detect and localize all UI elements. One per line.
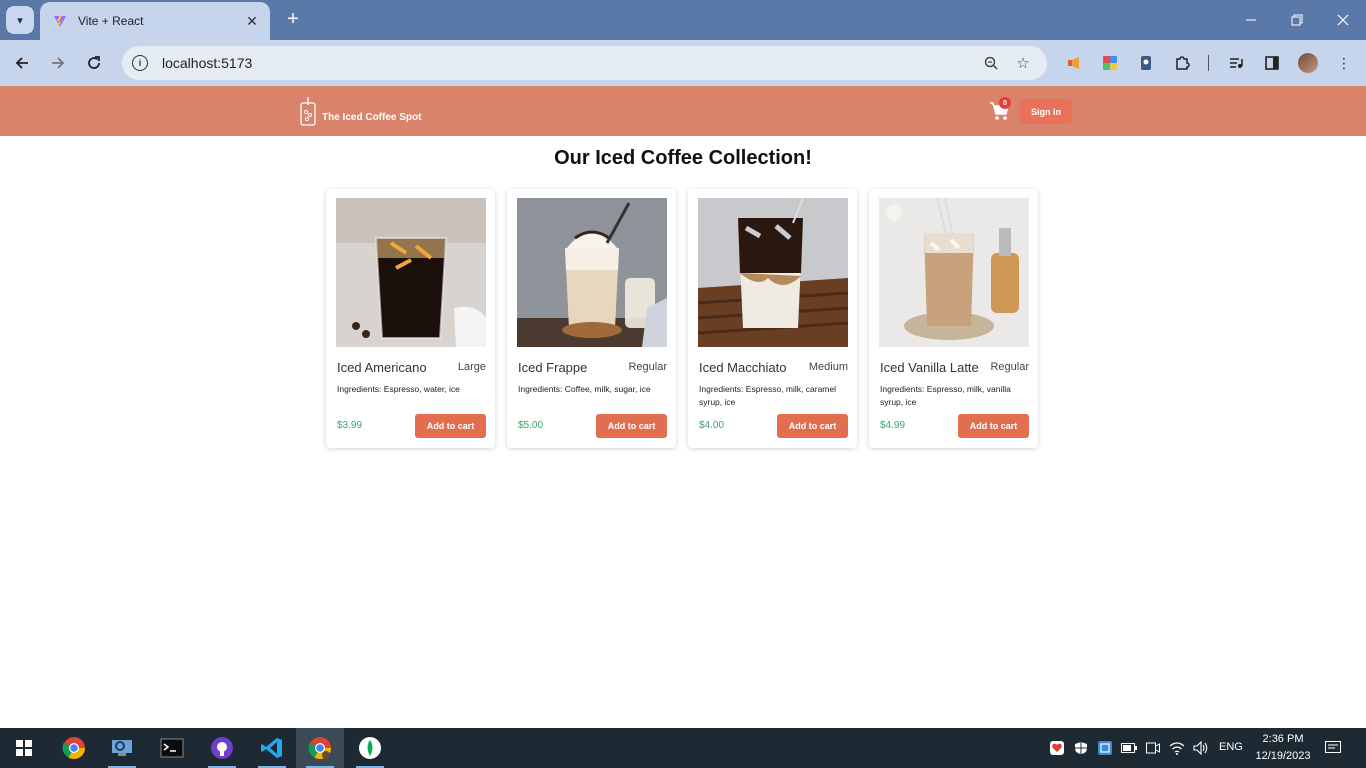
battery-icon[interactable] — [1120, 739, 1138, 757]
tab-search-button[interactable]: ▾ — [6, 6, 34, 34]
side-panel-icon[interactable] — [1262, 53, 1282, 73]
iced-vanilla-latte-image — [879, 198, 1029, 347]
browser-toolbar: i localhost:5173 ☆ ⋮ — [0, 40, 1366, 86]
zoom-icon[interactable] — [982, 54, 1000, 72]
browser-tab[interactable]: Vite + React ✕ — [40, 2, 270, 40]
forward-button[interactable] — [44, 49, 72, 77]
taskbar-terminal[interactable] — [148, 728, 196, 768]
heart-app-tray-icon[interactable] — [1048, 739, 1066, 757]
toolbar-divider — [1208, 55, 1209, 71]
product-name: Iced Macchiato — [699, 360, 787, 375]
clock-date: 12/19/2023 — [1255, 750, 1311, 762]
product-size: Regular — [628, 361, 667, 373]
add-to-cart-button[interactable]: Add to cart — [415, 414, 486, 438]
security-shield-icon[interactable] — [1072, 739, 1090, 757]
product-card: Iced Americano Large Ingredients: Espres… — [326, 189, 495, 448]
chrome-icon — [62, 737, 85, 759]
product-name: Iced Vanilla Latte — [880, 360, 979, 375]
wifi-icon[interactable] — [1168, 739, 1186, 757]
sign-in-button[interactable]: Sign In — [1020, 99, 1072, 124]
product-price: $5.00 — [518, 420, 544, 431]
product-ingredients: Ingredients: Espresso, water, ice — [337, 384, 460, 394]
arrow-right-icon — [52, 57, 65, 69]
add-to-cart-button[interactable]: Add to cart — [596, 414, 667, 438]
product-card: Iced Macchiato Medium Ingredients: Espre… — [688, 189, 857, 448]
taskbar-clock[interactable]: 2:36 PM 12/19/2023 — [1252, 731, 1314, 765]
product-price: $3.99 — [337, 420, 363, 431]
cart-count-badge: 0 — [999, 97, 1011, 109]
minimize-button[interactable] — [1228, 6, 1274, 34]
extension-color-grid-icon[interactable] — [1100, 53, 1120, 73]
bookmark-star-icon[interactable]: ☆ — [1014, 54, 1032, 72]
brand-name[interactable]: The Iced Coffee Spot — [322, 112, 421, 123]
taskbar-chrome[interactable] — [50, 728, 98, 768]
address-url: localhost:5173 — [162, 55, 253, 71]
product-size: Large — [457, 361, 486, 373]
network-app-tray-icon[interactable] — [1096, 739, 1114, 757]
extension-badge-icon[interactable] — [1136, 53, 1156, 73]
windows-logo-icon — [16, 740, 32, 756]
clock-time: 2:36 PM — [1262, 733, 1304, 745]
language-indicator[interactable]: ENG — [1219, 741, 1243, 753]
windows-taskbar: ENG — [0, 728, 1366, 768]
product-ingredients: Ingredients: Espresso, milk, caramel syr… — [699, 384, 836, 407]
product-card: Iced Vanilla Latte Regular Ingredients: … — [869, 189, 1038, 448]
window-close-button[interactable] — [1320, 6, 1366, 34]
product-name: Iced Frappe — [518, 360, 588, 375]
meet-now-icon[interactable] — [1144, 739, 1162, 757]
product-ingredients: Ingredients: Espresso, milk, vanilla syr… — [880, 384, 1011, 407]
arrow-left-icon — [15, 57, 28, 69]
more-menu-icon[interactable]: ⋮ — [1334, 53, 1354, 73]
start-button[interactable] — [0, 728, 48, 768]
volume-icon[interactable] — [1192, 739, 1210, 757]
media-control-icon[interactable] — [1226, 53, 1246, 73]
chrome-profile-icon — [308, 737, 331, 759]
vite-favicon-icon — [52, 13, 68, 29]
taskbar-chrome-active[interactable] — [296, 728, 344, 768]
notifications-icon[interactable] — [1324, 739, 1342, 757]
iced-frappe-image — [517, 198, 667, 347]
reload-button[interactable] — [80, 49, 108, 77]
product-size: Medium — [808, 361, 848, 373]
product-ingredients: Ingredients: Coffee, milk, sugar, ice — [518, 384, 651, 394]
add-to-cart-button[interactable]: Add to cart — [958, 414, 1029, 438]
terminal-icon — [160, 738, 184, 758]
taskbar-vscode[interactable] — [248, 728, 296, 768]
reload-icon — [88, 56, 100, 69]
taskbar-github-desktop[interactable] — [198, 728, 246, 768]
extension-megaphone-icon[interactable] — [1064, 53, 1084, 73]
monitor-search-icon — [112, 740, 132, 756]
mongodb-leaf-icon — [359, 737, 381, 759]
tab-title: Vite + React — [78, 14, 144, 28]
close-icon[interactable]: ✕ — [244, 13, 260, 29]
product-size: Regular — [990, 361, 1029, 373]
product-name: Iced Americano — [337, 360, 427, 375]
iced-americano-image — [336, 198, 486, 347]
app-header — [0, 86, 1366, 136]
address-bar[interactable]: i localhost:5173 ☆ — [122, 46, 1047, 80]
browser-tab-bar: ▾ Vite + React ✕ + — [0, 0, 1366, 40]
restore-button[interactable] — [1274, 6, 1320, 34]
new-tab-button[interactable]: + — [282, 8, 304, 30]
github-icon — [211, 737, 233, 759]
iced-coffee-logo-icon — [300, 97, 316, 126]
vscode-icon — [261, 738, 282, 758]
profile-avatar[interactable] — [1298, 53, 1318, 73]
chevron-down-icon: ▾ — [17, 14, 23, 27]
add-to-cart-button[interactable]: Add to cart — [777, 414, 848, 438]
product-card: Iced Frappe Regular Ingredients: Coffee,… — [507, 189, 676, 448]
taskbar-remote-desktop[interactable] — [98, 728, 146, 768]
iced-macchiato-image — [698, 198, 848, 347]
page-title: Our Iced Coffee Collection! — [554, 147, 812, 169]
taskbar-mongodb-compass[interactable] — [346, 728, 394, 768]
back-button[interactable] — [8, 49, 36, 77]
product-price: $4.99 — [880, 420, 906, 431]
extensions-puzzle-icon[interactable] — [1172, 53, 1192, 73]
product-grid: Iced Americano Large Ingredients: Espres… — [326, 189, 1038, 448]
site-info-icon[interactable]: i — [132, 55, 148, 71]
product-price: $4.00 — [699, 420, 725, 431]
